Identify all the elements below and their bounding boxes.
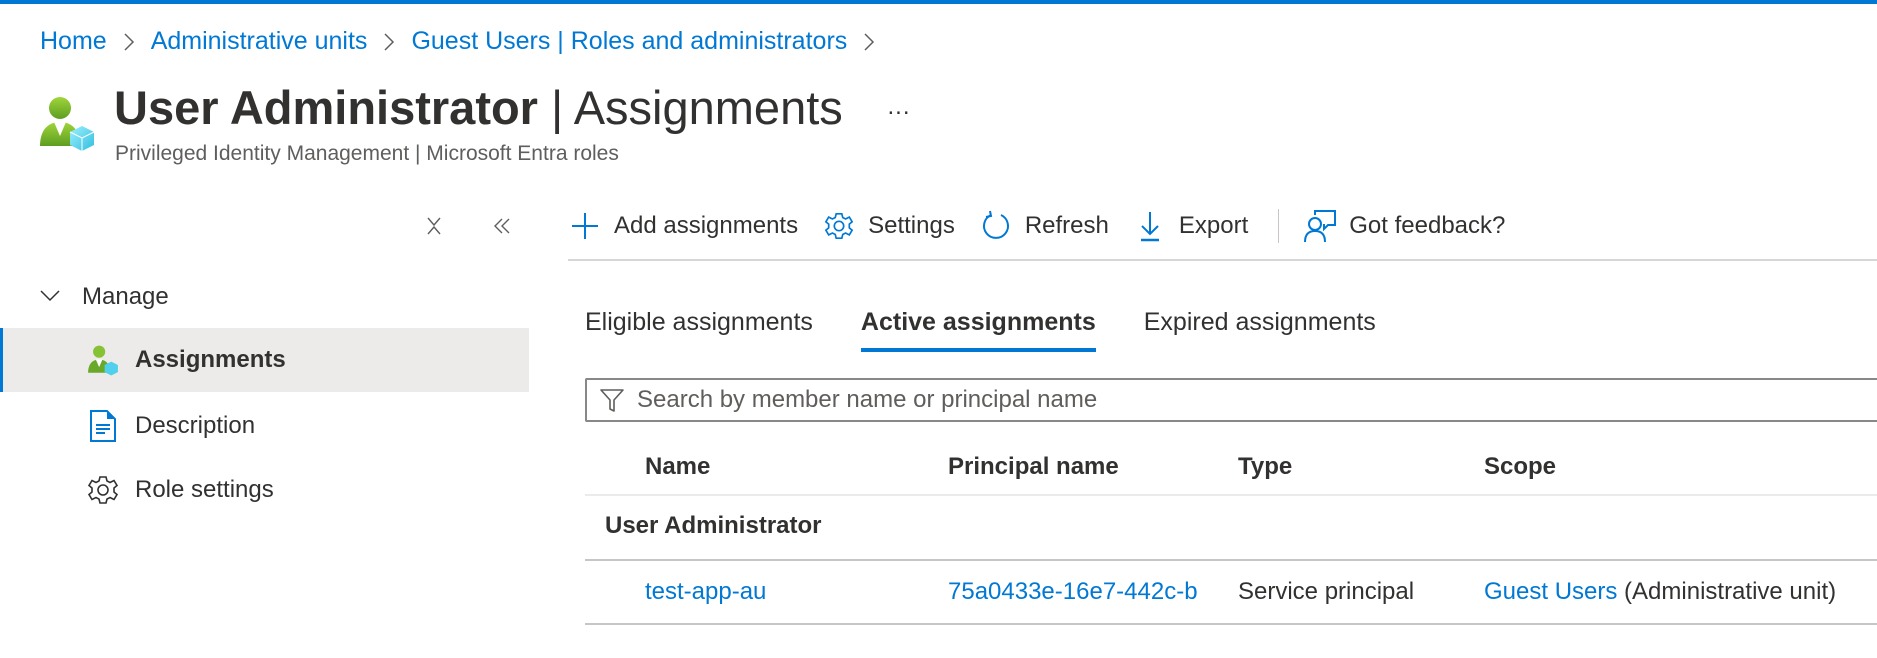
breadcrumb-guest-users-roles[interactable]: Guest Users | Roles and administrators — [411, 27, 847, 56]
breadcrumb-home[interactable]: Home — [40, 27, 107, 56]
tab-eligible-assignments[interactable]: Eligible assignments — [585, 300, 813, 352]
scope-suffix: (Administrative unit) — [1617, 578, 1837, 605]
gear-icon — [86, 473, 120, 507]
refresh-label: Refresh — [1024, 212, 1109, 239]
tab-active-assignments[interactable]: Active assignments — [860, 300, 1096, 352]
refresh-button[interactable]: Refresh — [979, 200, 1109, 252]
table-header-row: Name Principal name Type Scope — [585, 438, 1877, 496]
export-label: Export — [1178, 212, 1249, 239]
column-header-type[interactable]: Type — [1238, 453, 1292, 481]
chevron-right-icon — [107, 27, 151, 56]
page-title-section: Assignments — [573, 81, 843, 134]
scope-cell: Guest Users (Administrative unit) — [1484, 578, 1836, 606]
user-admin-icon — [38, 94, 96, 152]
got-feedback-label: Got feedback? — [1349, 212, 1506, 239]
settings-button[interactable]: Settings — [822, 200, 955, 252]
plus-icon — [568, 209, 602, 243]
group-label: User Administrator — [605, 512, 822, 539]
sidebar-item-label: Role settings — [135, 476, 274, 503]
sidebar-item-role-settings[interactable]: Role settings — [0, 458, 529, 522]
got-feedback-button[interactable]: Got feedback? — [1303, 200, 1505, 252]
gear-icon — [822, 209, 856, 243]
type-cell: Service principal — [1238, 578, 1415, 605]
page-title-separator: | — [537, 81, 574, 134]
sidebar-item-description[interactable]: Description — [0, 394, 529, 458]
double-chevron-left-icon[interactable] — [490, 214, 514, 238]
tab-expired-assignments[interactable]: Expired assignments — [1144, 300, 1376, 352]
feedback-icon — [1303, 209, 1337, 243]
column-header-name[interactable]: Name — [645, 453, 710, 481]
sidebar-group-label: Manage — [82, 283, 169, 310]
toolbar-divider-line — [568, 259, 1877, 261]
principal-name-link[interactable]: 75a0433e-16e7-442c-b — [948, 578, 1216, 606]
document-icon — [86, 409, 120, 443]
close-x-icon[interactable] — [422, 214, 446, 238]
assignments-table: Name Principal name Type Scope User Admi… — [585, 438, 1877, 625]
chevron-down-icon — [38, 285, 62, 310]
search-input[interactable] — [635, 385, 1877, 415]
column-header-scope[interactable]: Scope — [1484, 453, 1556, 481]
download-icon — [1133, 209, 1167, 243]
command-bar: Add assignments Settings Refresh Export … — [568, 200, 1529, 252]
filter-icon — [599, 387, 625, 413]
sidebar-item-label: Description — [135, 412, 256, 439]
sidebar-item-assignments[interactable]: Assignments — [0, 328, 529, 392]
sidebar-group-manage[interactable]: Manage — [38, 280, 169, 314]
top-accent-bar — [0, 0, 1877, 4]
chevron-right-icon — [367, 27, 411, 56]
toolbar-divider — [1278, 209, 1280, 243]
search-box — [585, 378, 1877, 422]
add-assignments-label: Add assignments — [614, 212, 799, 239]
breadcrumb: Home Administrative units Guest Users | … — [40, 24, 891, 58]
settings-label: Settings — [868, 212, 955, 239]
export-button[interactable]: Export — [1133, 200, 1248, 252]
more-options-button[interactable]: ... — [882, 92, 916, 122]
column-header-principal-name[interactable]: Principal name — [948, 453, 1216, 481]
scope-link[interactable]: Guest Users — [1484, 578, 1617, 605]
breadcrumb-administrative-units[interactable]: Administrative units — [151, 27, 368, 56]
member-name-link[interactable]: test-app-au — [645, 578, 766, 606]
table-group-row: User Administrator — [585, 496, 1877, 561]
user-admin-icon — [86, 343, 120, 377]
table-row: test-app-au 75a0433e-16e7-442c-b Service… — [585, 561, 1877, 625]
chevron-right-icon — [847, 27, 891, 56]
page-title: User Administrator | Assignments — [114, 80, 843, 136]
page-title-role: User Administrator — [114, 81, 538, 134]
assignment-tabs: Eligible assignments Active assignments … — [585, 300, 1424, 356]
refresh-icon — [979, 209, 1013, 243]
add-assignments-button[interactable]: Add assignments — [568, 200, 798, 252]
page-subtitle: Privileged Identity Management | Microso… — [115, 142, 619, 165]
sidebar-item-label: Assignments — [135, 346, 286, 373]
